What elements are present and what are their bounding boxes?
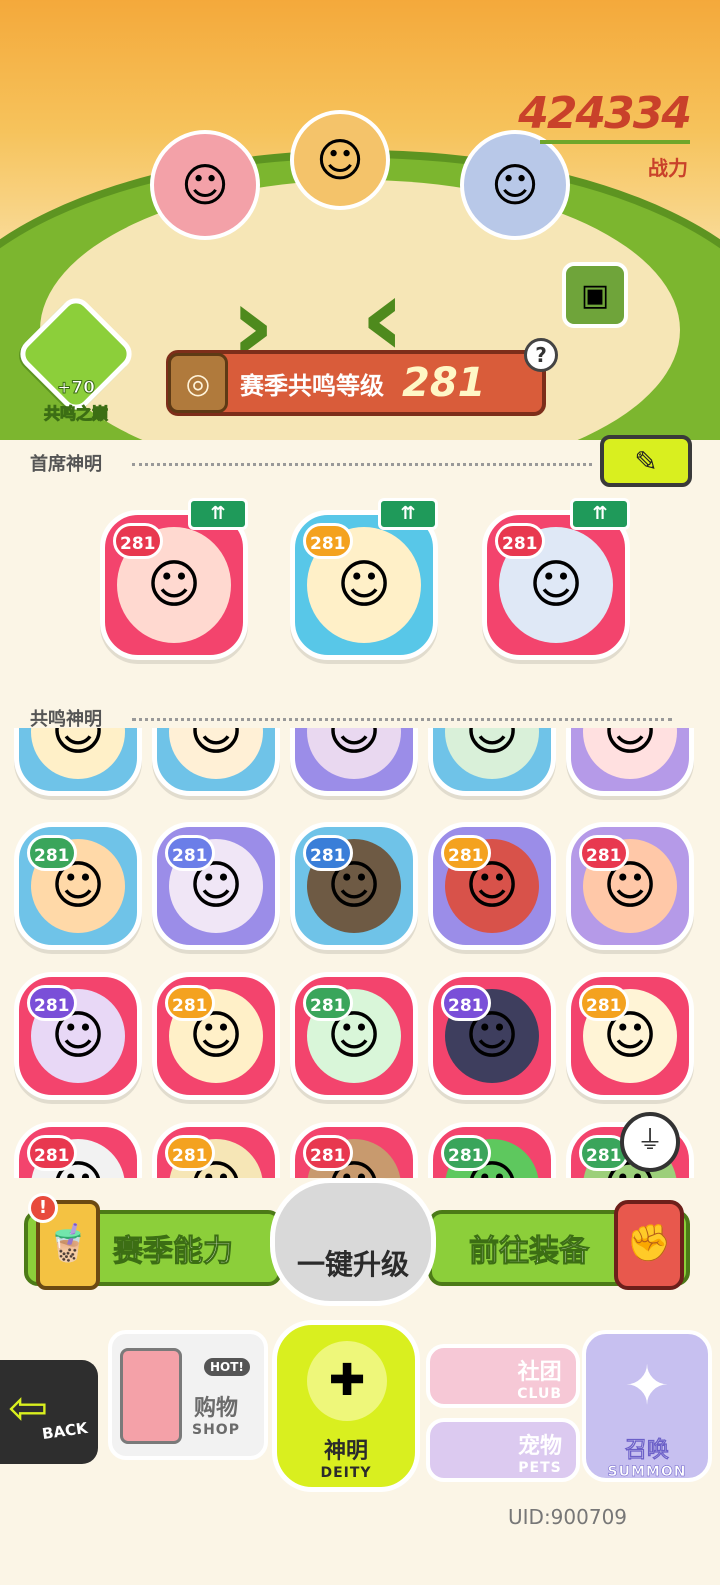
deity-card[interactable]: ☺281 xyxy=(152,822,280,950)
resonance-level: 281 xyxy=(402,360,486,406)
deity-card[interactable]: ☺281 xyxy=(290,972,418,1100)
power-value: 424334 xyxy=(518,88,692,139)
level-up-arrow-icon: ⇈ xyxy=(378,498,438,530)
drum-icon: ◎ xyxy=(168,353,228,413)
deity-level-badge: 281 xyxy=(303,523,353,559)
help-button[interactable]: ? xyxy=(524,338,558,372)
nav-summon[interactable]: ✦ 召唤 SUMMON xyxy=(582,1330,712,1482)
resonance-label: 赛季共鸣等级 xyxy=(240,371,384,400)
star-icon: ✦ xyxy=(624,1354,670,1417)
deity-level-badge: 281 xyxy=(303,835,353,871)
divider xyxy=(132,718,672,721)
deity-level-badge: 281 xyxy=(165,835,215,871)
deity-icon: ✚ xyxy=(307,1341,387,1421)
filter-button[interactable]: ⏚ xyxy=(620,1112,680,1172)
pets-label-en: PETS xyxy=(518,1460,562,1476)
club-label-en: CLUB xyxy=(517,1386,562,1402)
deity-card[interactable]: ☺281 xyxy=(428,728,556,796)
alert-badge: ! xyxy=(28,1193,58,1223)
deity-card[interactable]: ☺281 xyxy=(428,972,556,1100)
chief-deities-title: 首席神明 xyxy=(30,454,102,475)
deity-card[interactable]: ☺281 xyxy=(566,728,694,796)
nav-pets[interactable]: 宠物 PETS xyxy=(426,1418,580,1482)
deity-card[interactable]: ☺281 xyxy=(100,510,248,660)
hot-badge: HOT! xyxy=(204,1358,250,1376)
divider xyxy=(132,463,592,466)
level-up-arrow-icon: ⇈ xyxy=(570,498,630,530)
upgrade-all-button[interactable]: 一键升级 xyxy=(270,1178,436,1306)
deity-level-badge: 281 xyxy=(441,985,491,1021)
deity-level-badge: 281 xyxy=(27,1135,77,1171)
nav-shop[interactable]: HOT! 购物 SHOP xyxy=(108,1330,268,1460)
club-label: 社团 xyxy=(517,1360,562,1385)
power-label: 战力 xyxy=(648,156,688,180)
deity-portrait: ☺ xyxy=(31,728,125,779)
nav-club[interactable]: 社团 CLUB xyxy=(426,1344,580,1408)
deity-card[interactable]: ☺281 xyxy=(152,1122,280,1178)
deity-portrait: ☺ xyxy=(307,728,401,779)
uid-label: UID:900709 xyxy=(508,1505,628,1529)
deity-label-en: DEITY xyxy=(320,1465,372,1481)
season-resonance-banner: ◎ 赛季共鸣等级 281 xyxy=(166,350,546,416)
deity-portrait: ☺ xyxy=(445,728,539,779)
pencil-icon: ✎ xyxy=(634,444,658,478)
shop-label: 购物 xyxy=(193,1396,238,1421)
pets-label: 宠物 xyxy=(517,1434,562,1459)
deity-card[interactable]: ☺281 xyxy=(428,1122,556,1178)
power-underline xyxy=(540,140,690,144)
deity-level-badge: 281 xyxy=(165,985,215,1021)
deity-level-badge: 281 xyxy=(579,985,629,1021)
deity-level-badge: 281 xyxy=(113,523,163,559)
deity-portrait: ☺ xyxy=(583,728,677,779)
deity-level-badge: 281 xyxy=(165,1135,215,1171)
deity-card[interactable]: ☺281 xyxy=(152,972,280,1100)
team-hero-2[interactable]: ☺ xyxy=(290,110,390,210)
peak-bonus: +70 xyxy=(57,378,96,399)
summon-label-en: SUMMON xyxy=(607,1464,687,1481)
nav-deity[interactable]: ✚ 神明 DEITY xyxy=(272,1320,420,1492)
resonance-deities-grid: ☺281☺281☺281☺281☺281☺281☺281☺281☺281☺281… xyxy=(0,728,720,1178)
deity-card[interactable]: ☺281 xyxy=(566,822,694,950)
back-button[interactable]: ⇦ BACK xyxy=(0,1360,98,1464)
deity-card[interactable]: ☺281 xyxy=(482,510,630,660)
radio-prop-icon: ▣ xyxy=(562,262,628,328)
team-hero-3[interactable]: ☺ xyxy=(460,130,570,240)
edit-button[interactable]: ✎ xyxy=(600,435,692,487)
deity-card[interactable]: ☺281 xyxy=(290,1122,418,1178)
deity-level-badge: 281 xyxy=(303,985,353,1021)
summon-label: 召唤 xyxy=(624,1438,670,1464)
deity-card[interactable]: ☺281 xyxy=(14,728,142,796)
equipment-icon: ✊ xyxy=(614,1200,684,1290)
deity-card[interactable]: ☺281 xyxy=(290,822,418,950)
deity-label: 神明 xyxy=(323,1439,368,1464)
team-hero-1[interactable]: ☺ xyxy=(150,130,260,240)
shop-label-en: SHOP xyxy=(192,1422,240,1438)
vending-machine-icon xyxy=(120,1348,182,1444)
deity-level-badge: 281 xyxy=(441,1135,491,1171)
level-up-arrow-icon: ⇈ xyxy=(188,498,248,530)
deity-portrait: ☺ xyxy=(169,728,263,779)
deity-card[interactable]: ☺281 xyxy=(152,728,280,796)
deity-card[interactable]: ☺281 xyxy=(566,972,694,1100)
resonance-peak-badge[interactable]: +70 共鸣之巅 xyxy=(13,291,139,424)
deity-card[interactable]: ☺281 xyxy=(14,822,142,950)
deity-card[interactable]: ☺281 xyxy=(14,972,142,1100)
deity-card[interactable]: ☺281 xyxy=(290,510,438,660)
deity-level-badge: 281 xyxy=(495,523,545,559)
deity-level-badge: 281 xyxy=(27,985,77,1021)
deity-level-badge: 281 xyxy=(441,835,491,871)
deity-level-badge: 281 xyxy=(579,835,629,871)
filter-icon: ⏚ xyxy=(636,1126,663,1156)
deity-level-badge: 281 xyxy=(27,835,77,871)
deity-card[interactable]: ☺281 xyxy=(14,1122,142,1178)
deity-level-badge: 281 xyxy=(303,1135,353,1171)
deity-card[interactable]: ☺281 xyxy=(428,822,556,950)
peak-name: 共鸣之巅 xyxy=(43,404,108,424)
deity-card[interactable]: ☺281 xyxy=(290,728,418,796)
